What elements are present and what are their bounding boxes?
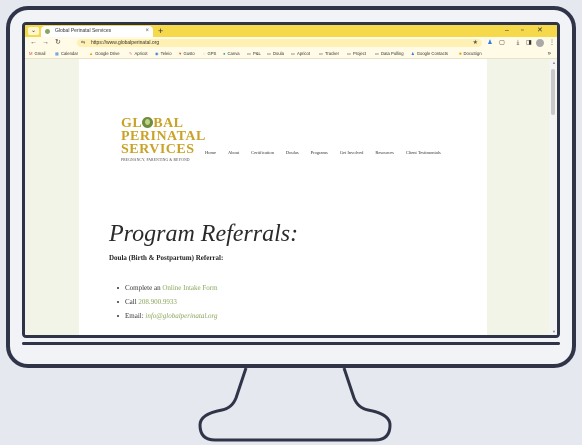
folder-icon: ▭ <box>267 51 271 56</box>
maximize-icon[interactable]: ▫ <box>521 25 523 37</box>
bookmark-canva[interactable]: ● Canva <box>223 49 240 59</box>
scroll-up-icon[interactable]: ▲ <box>552 60 556 65</box>
folder-icon: ▭ <box>247 51 251 56</box>
contacts-icon: ♟ <box>411 51 415 56</box>
bookmark-pl[interactable]: ▭ P&L <box>247 49 261 59</box>
vertical-scrollbar[interactable]: ▲ ▼ <box>549 59 557 335</box>
list-item: Call 208.900.9933 <box>117 295 218 309</box>
tab-title: Global Perinatal Services <box>55 28 112 34</box>
nav-resources[interactable]: Resources <box>375 150 394 155</box>
nav-about[interactable]: About <box>228 150 239 155</box>
drive-icon: ▲ <box>89 51 94 56</box>
bookmark-gps[interactable]: ◌ GPS <box>203 49 216 59</box>
bookmark-data-pulling[interactable]: ▭ Data Pulling <box>375 49 404 59</box>
monitor-chin-divider <box>22 342 560 345</box>
folder-icon: ▭ <box>347 51 351 56</box>
logo-services: SERVICES <box>121 142 195 157</box>
profile-avatar-icon[interactable] <box>536 39 544 47</box>
gusto-icon: ♥ <box>179 51 182 56</box>
bookmark-project[interactable]: ▭ Project <box>347 49 366 59</box>
gmail-icon: M <box>29 51 33 56</box>
menu-kebab-icon[interactable]: ⋮ <box>548 39 556 47</box>
page-title: Program Referrals: <box>109 221 299 247</box>
side-panel-icon[interactable]: ◨ <box>525 39 533 47</box>
bookmarks-overflow-icon[interactable]: » <box>548 49 551 59</box>
docusign-icon: ■ <box>459 51 462 56</box>
referral-list: Complete an Online Intake Form Call 208.… <box>117 281 218 323</box>
site-info-icon[interactable]: ⇆ <box>81 39 85 47</box>
address-url: https://www.globalperinatal.org <box>91 40 160 46</box>
monitor-frame: ⌄ Global Perinatal Services × + – ▫ ✕ ← … <box>6 6 576 368</box>
puzzle-icon[interactable]: ▢ <box>498 39 506 47</box>
nav-home[interactable]: Home <box>205 150 216 155</box>
bookmark-calendar[interactable]: ▦ Calendar <box>55 49 78 59</box>
section-subheading: Doula (Birth & Postpartum) Referral: <box>109 254 224 262</box>
bookmark-gusto[interactable]: ♥ Gusto <box>179 49 195 59</box>
tab-active[interactable]: Global Perinatal Services × <box>41 26 153 37</box>
bookmark-tracker[interactable]: ▭ Tracker <box>319 49 339 59</box>
bookmark-teleio[interactable]: ◉ Teleio <box>155 49 172 59</box>
nav-programs[interactable]: Programs <box>311 150 328 155</box>
list-item: Email: info@globalperinatal.org <box>117 309 218 323</box>
bookmark-drive[interactable]: ▲ Google Drive <box>89 49 120 59</box>
new-tab-button[interactable]: + <box>158 25 163 37</box>
site-navigation: Home About Certification Doulas Programs… <box>205 141 448 159</box>
bookmark-doula[interactable]: ▭ Doula <box>267 49 284 59</box>
nav-doulas[interactable]: Doulas <box>286 150 299 155</box>
nav-get-involved[interactable]: Get Involved <box>340 150 364 155</box>
site-favicon-icon <box>45 29 50 34</box>
site-logo[interactable]: GL BAL PERINATAL SERVICES PREGNANCY, PARE… <box>121 117 205 163</box>
tab-search-icon[interactable]: ⌄ <box>28 27 39 35</box>
folder-icon: ▭ <box>375 51 379 56</box>
canva-icon: ● <box>223 51 226 56</box>
bullet-icon <box>117 315 119 318</box>
bullet-icon <box>117 287 119 290</box>
gps-icon: ◌ <box>203 51 206 56</box>
browser-toolbar: ← → ↻ ⇆ https://www.globalperinatal.org … <box>25 37 557 49</box>
calendar-icon: ▦ <box>55 51 59 56</box>
forward-arrow-icon[interactable]: → <box>42 38 49 48</box>
nav-certification[interactable]: Certification <box>251 150 274 155</box>
folder-icon: ▭ <box>319 51 323 56</box>
bookmark-star-icon[interactable]: ★ <box>473 39 478 47</box>
intake-form-link[interactable]: Online Intake Form <box>162 284 217 292</box>
apricot-icon: ✎ <box>129 51 133 56</box>
email-link[interactable]: info@globalperinatal.org <box>145 312 217 320</box>
logo-tagline: PREGNANCY, PARENTING & BEYOND <box>121 158 190 162</box>
scrollbar-thumb[interactable] <box>551 69 555 115</box>
monitor-screen: ⌄ Global Perinatal Services × + – ▫ ✕ ← … <box>22 22 560 338</box>
close-window-icon[interactable]: ✕ <box>537 25 543 37</box>
scroll-down-icon[interactable]: ▼ <box>552 329 556 334</box>
tab-bar: ⌄ Global Perinatal Services × + – ▫ ✕ <box>25 25 557 37</box>
screenshot: ⌄ Global Perinatal Services × + – ▫ ✕ ← … <box>0 0 582 445</box>
list-item: Complete an Online Intake Form <box>117 281 218 295</box>
reload-icon[interactable]: ↻ <box>55 38 61 48</box>
bookmark-google-contacts[interactable]: ♟ Google Contacts <box>411 49 448 59</box>
back-arrow-icon[interactable]: ← <box>30 38 37 48</box>
bookmark-apricot[interactable]: ✎ Apricot <box>129 49 148 59</box>
bookmark-gmail[interactable]: M Gmail <box>29 49 45 59</box>
minimize-icon[interactable]: – <box>505 25 509 37</box>
nav-client-testimonials[interactable]: Client Testimonials <box>406 150 441 155</box>
address-bar[interactable]: ⇆ https://www.globalperinatal.org ★ <box>77 39 482 47</box>
bullet-icon <box>117 301 119 304</box>
download-icon[interactable]: ⤓ <box>514 39 522 47</box>
globe-icon <box>142 117 154 128</box>
tab-close-icon[interactable]: × <box>145 26 149 37</box>
page-viewport: GL BAL PERINATAL SERVICES PREGNANCY, PARE… <box>25 59 557 335</box>
page-content: GL BAL PERINATAL SERVICES PREGNANCY, PARE… <box>79 59 487 335</box>
bookmark-docusign[interactable]: ■ DocuSign <box>459 49 482 59</box>
extension-icon[interactable]: ♟ <box>486 39 494 47</box>
teleio-icon: ◉ <box>155 51 159 56</box>
bookmark-apricot-folder[interactable]: ▭ Apricot <box>291 49 310 59</box>
bookmarks-bar: M Gmail ▦ Calendar ▲ Google Drive ✎ Apricot … <box>25 49 557 59</box>
phone-link[interactable]: 208.900.9933 <box>138 298 177 306</box>
folder-icon: ▭ <box>291 51 295 56</box>
